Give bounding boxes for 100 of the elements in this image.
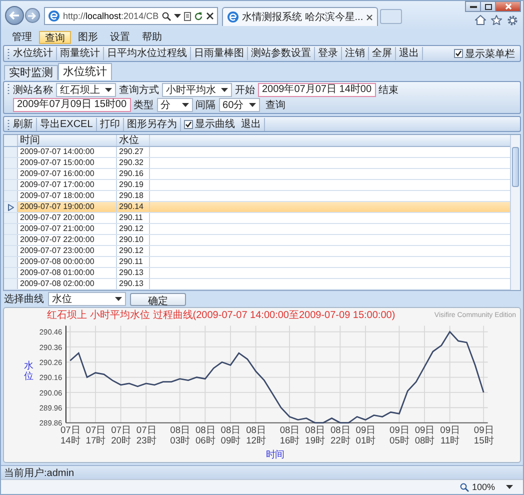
confirm-button[interactable]: 确定 [130,292,186,306]
table-row[interactable]: 2009-07-08 02:00:00 290.13 [4,279,510,290]
table-cell: 2009-07-07 18:00:00 [18,191,117,201]
menu-item[interactable]: 管理 [7,30,37,44]
zoom-level[interactable]: 100% [472,482,495,492]
axis-label: 290.26 [39,358,62,367]
toolbar-button[interactable]: 全屏 [369,47,396,60]
toolbar-button[interactable]: 日平均水位过程线 [104,47,191,60]
axis-label: 08日16时 [280,425,300,446]
menu-item[interactable]: 图形 [73,30,103,44]
dropdown[interactable]: 小时平均水 [162,83,232,97]
axis-label: 290.36 [39,342,62,352]
toolbar-button[interactable]: 打印 [96,118,124,130]
status-text: 当前用户:admin [4,466,74,480]
table-cell: 2009-07-07 19:00:00 [18,202,117,212]
checkbox-label: 显示菜单栏 [465,48,515,60]
tab[interactable]: 实时监测 [4,65,58,80]
table-cell: 290.27 [117,147,150,157]
query-button[interactable]: 查询 [262,98,289,112]
field-label: 测站名称 [13,84,53,96]
table-cell: 290.13 [117,279,150,289]
table-row[interactable]: 2009-07-07 16:00:00 290.16 [4,169,510,180]
address-field[interactable]: http://localhost:2014/CB [44,7,218,25]
table-row[interactable]: 2009-07-07 14:00:00 290.27 [4,147,510,158]
field-label: 查询方式 [119,84,159,96]
field-label: 选择曲线 [4,292,44,306]
column-header[interactable]: 水位 [117,135,150,146]
table-cell: 290.16 [117,169,150,179]
axis-label: 08日06时 [195,425,215,446]
dropdown[interactable]: 分 [156,98,193,112]
table-cell: 290.13 [117,268,150,278]
axis-label: 07日17时 [86,425,106,446]
menu-item[interactable]: 查询 [39,30,71,44]
table-cell: 2009-07-07 15:00:00 [18,158,117,168]
table-row[interactable]: 2009-07-07 17:00:00 290.19 [4,180,510,191]
date-field[interactable]: 2009年07月09日 15时00 [13,98,131,112]
toolbar-button[interactable]: 水位统计 [10,47,57,60]
dropdown[interactable]: 水位 [48,292,126,306]
menu-item[interactable]: 设置 [105,30,135,44]
table-row[interactable]: 2009-07-08 01:00:00 290.13 [4,268,510,279]
table-cell: 290.19 [117,180,150,190]
table-cell: 2009-07-07 22:00:00 [18,235,117,245]
chart-title: 红石坝上 小时平均水位 过程曲线(2009-07-07 14:00:00至2009-07-09 15:00:00) [46,308,396,322]
axis-label: 08日03时 [170,425,190,446]
dropdown[interactable]: 红石坝上 [56,83,116,97]
date-field[interactable]: 2009年07月07日 14时00 [258,83,376,97]
axis-label: 08日22时 [330,425,350,446]
table-cell: 2009-07-07 23:00:00 [18,246,117,256]
menu-item[interactable]: 帮助 [137,30,167,44]
axis-label: 07日14时 [60,425,80,446]
table-row[interactable]: 2009-07-07 20:00:00 290.11 [4,213,510,224]
axis-label: 08日19时 [305,425,325,446]
toolbar-button[interactable]: 图形另存为 [124,118,181,130]
axis-label: 289.86 [39,418,62,428]
table-cell: 2009-07-07 16:00:00 [18,169,117,179]
table-cell: 290.11 [117,213,150,223]
toolbar-button[interactable]: 导出EXCEL [37,118,97,130]
toolbar-button[interactable]: 刷新 [10,118,37,130]
browser-tab[interactable]: 水情测报系统 哈尔滨今星... [222,7,378,26]
table-row[interactable]: 2009-07-07 15:00:00 290.32 [4,158,510,169]
table-row[interactable]: 2009-07-07 21:00:00 290.12 [4,224,510,235]
toolbar-button[interactable]: 登录 [315,47,342,60]
field-label: 开始 [235,84,255,96]
axis-title: 时间 [266,449,284,460]
table-cell: 2009-07-07 20:00:00 [18,213,117,223]
axis-label: 07日20时 [111,425,130,446]
toolbar-button[interactable]: 日雨量棒图 [191,47,248,60]
table-row[interactable]: 2009-07-07 19:00:00 290.14 [4,202,510,213]
axis-label: 290.46 [39,328,62,337]
field-label: 间隔 [196,98,216,112]
table-cell: 2009-07-08 02:00:00 [18,279,117,289]
table-cell: 290.12 [117,224,150,234]
dropdown[interactable]: 60分 [218,98,260,112]
axis-label: 09日05时 [390,425,409,446]
toolbar-button[interactable]: 注销 [342,47,369,60]
table-cell: 2009-07-07 21:00:00 [18,224,117,234]
axis-title: 水位 [24,360,34,381]
tab[interactable]: 水位统计 [58,63,112,80]
axis-label: 08日12时 [246,425,266,446]
table-cell: 2009-07-08 00:00:00 [18,257,117,267]
checkbox-label: 显示曲线 [194,118,235,131]
table-row[interactable]: 2009-07-07 22:00:00 290.10 [4,235,510,246]
field-label: 类型 [134,98,154,112]
axis-label: 09日11时 [440,425,460,446]
toolbar-button[interactable]: 雨量统计 [57,47,104,60]
axis-label: 08日09时 [220,425,240,446]
table-cell: 290.18 [117,191,150,201]
toolbar-button[interactable]: 测站参数设置 [248,47,315,60]
column-header[interactable]: 时间 [18,135,117,146]
table-cell: 290.32 [117,158,150,168]
table-cell: 290.10 [117,235,150,245]
table-cell: 2009-07-08 01:00:00 [18,268,117,278]
table-cell: 290.12 [117,246,150,256]
toolbar-button[interactable]: 退出 [238,118,265,130]
table-row[interactable]: 2009-07-07 23:00:00 290.12 [4,246,510,257]
axis-label: 09日15时 [474,425,494,446]
axis-label: 07日23时 [136,425,156,446]
toolbar-button[interactable]: 退出 [396,47,423,60]
table-row[interactable]: 2009-07-08 00:00:00 290.11 [4,257,510,268]
axis-label: 290.16 [39,373,62,382]
